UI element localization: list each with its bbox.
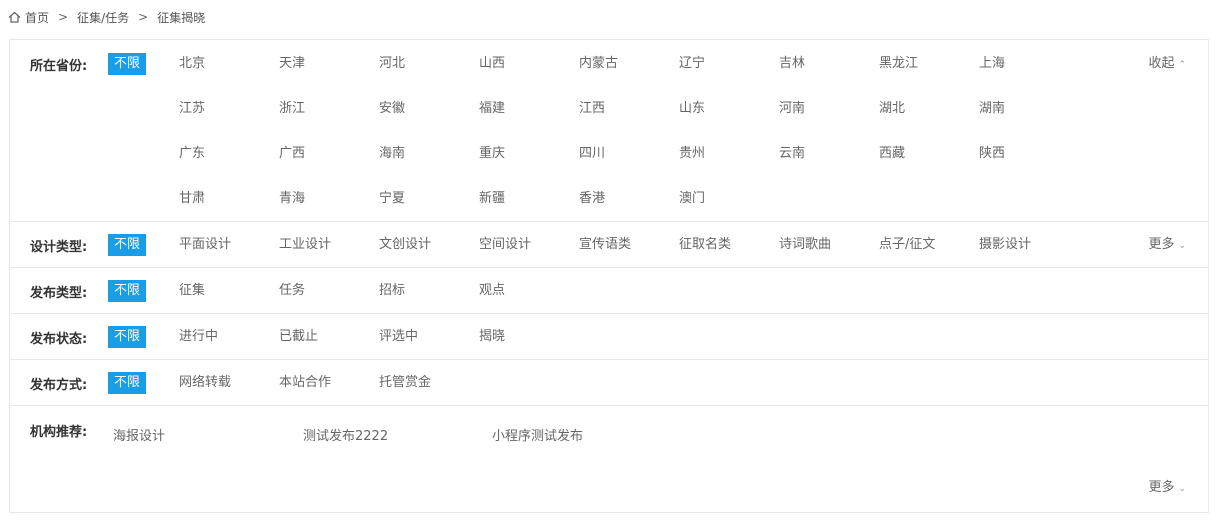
filter-province-option[interactable]: 山西 [479, 55, 505, 73]
filter-province-option[interactable]: 山东 [679, 100, 705, 118]
filter-design-type-all-tag[interactable]: 不限 [108, 234, 146, 256]
design-type-more-label: 更多 [1148, 237, 1175, 252]
filter-label-publish-type: 发布类型: [30, 286, 88, 301]
filter-publish-status-all-tag[interactable]: 不限 [108, 326, 146, 348]
filter-province-option[interactable]: 北京 [179, 55, 205, 73]
org-option[interactable]: 小程序测试发布 [492, 428, 583, 446]
filter-row-publish-status: 发布状态: 不限 进行中 已截止 评选中 揭晓 [10, 314, 1208, 360]
filter-design-type-option[interactable]: 摄影设计 [979, 236, 1031, 254]
filter-province-option[interactable]: 江西 [579, 100, 605, 118]
filter-province-option[interactable]: 宁夏 [379, 190, 405, 208]
breadcrumb-level2-link[interactable]: 征集/任务 [77, 9, 129, 26]
chevron-down-icon: ⌄ [1178, 484, 1186, 494]
filter-province-option[interactable]: 上海 [979, 55, 1005, 73]
filter-province-option[interactable]: 澳门 [679, 190, 705, 208]
filter-design-type-option[interactable]: 征取名类 [679, 236, 731, 254]
org-more-toggle[interactable]: 更多 ⌄ [1148, 479, 1186, 498]
filter-publish-type-all-tag[interactable]: 不限 [108, 280, 146, 302]
filter-label-publish-status: 发布状态: [30, 332, 88, 347]
chevron-down-icon: ⌄ [1178, 241, 1186, 251]
filter-publish-status-option[interactable]: 进行中 [179, 328, 218, 346]
filter-panel: 所在省份: 不限 北京 天津 河北 山西 内蒙古 辽宁 吉林 黑龙江 上海 江苏… [9, 39, 1209, 513]
filter-province-all-tag[interactable]: 不限 [108, 53, 146, 75]
filter-publish-type-option[interactable]: 观点 [479, 282, 505, 300]
filter-province-option[interactable]: 福建 [479, 100, 505, 118]
filter-publish-type-option[interactable]: 任务 [279, 282, 305, 300]
filter-row-publish-method: 发布方式: 不限 网络转载 本站合作 托管赏金 [10, 360, 1208, 406]
filter-province-option[interactable]: 天津 [279, 55, 305, 73]
home-icon [8, 11, 21, 23]
org-more-label: 更多 [1148, 480, 1175, 495]
filter-label-org: 机构推荐: [30, 425, 88, 440]
filter-province-option[interactable]: 广西 [279, 145, 305, 163]
filter-province-option[interactable]: 内蒙古 [579, 55, 618, 73]
filter-publish-method-option[interactable]: 本站合作 [279, 374, 331, 392]
filter-province-option[interactable]: 浙江 [279, 100, 305, 118]
filter-province-option[interactable]: 黑龙江 [879, 55, 918, 73]
filter-province-option[interactable]: 安徽 [379, 100, 405, 118]
filter-design-type-option[interactable]: 空间设计 [479, 236, 531, 254]
filter-province-option[interactable]: 西藏 [879, 145, 905, 163]
filter-design-type-option[interactable]: 工业设计 [279, 236, 331, 254]
filter-province-option[interactable]: 吉林 [779, 55, 805, 73]
filter-row-design-type: 设计类型: 不限 平面设计 工业设计 文创设计 空间设计 宣传语类 征取名类 诗… [10, 222, 1208, 268]
breadcrumb-separator: > [138, 10, 149, 24]
filter-province-option[interactable]: 广东 [179, 145, 205, 163]
design-type-more-toggle[interactable]: 更多 ⌄ [1148, 236, 1186, 255]
filter-province-option[interactable]: 辽宁 [679, 55, 705, 73]
filter-province-option[interactable]: 云南 [779, 145, 805, 163]
filter-design-type-option[interactable]: 文创设计 [379, 236, 431, 254]
breadcrumb: 首页 > 征集/任务 > 征集揭晓 [8, 8, 205, 26]
filter-label-design-type: 设计类型: [30, 240, 88, 255]
filter-province-option[interactable]: 四川 [579, 145, 605, 163]
filter-province-option[interactable]: 新疆 [479, 190, 505, 208]
filter-design-type-option[interactable]: 诗词歌曲 [779, 236, 831, 254]
filter-design-type-option[interactable]: 平面设计 [179, 236, 231, 254]
filter-province-option[interactable]: 江苏 [179, 100, 205, 118]
filter-row-org: 机构推荐: 海报设计 测试发布2222 小程序测试发布 更多 ⌄ [10, 406, 1208, 512]
filter-province-option[interactable]: 河北 [379, 55, 405, 73]
filter-design-type-option[interactable]: 宣传语类 [579, 236, 631, 254]
filter-province-option[interactable]: 甘肃 [179, 190, 205, 208]
filter-province-option[interactable]: 香港 [579, 190, 605, 208]
filter-province-option[interactable]: 河南 [779, 100, 805, 118]
province-collapse-label: 收起 [1148, 56, 1175, 71]
breadcrumb-separator: > [58, 10, 69, 24]
filter-publish-status-option[interactable]: 已截止 [279, 328, 318, 346]
filter-province-option[interactable]: 海南 [379, 145, 405, 163]
filter-publish-status-option[interactable]: 揭晓 [479, 328, 505, 346]
filter-publish-status-option[interactable]: 评选中 [379, 328, 418, 346]
filter-province-option[interactable]: 青海 [279, 190, 305, 208]
org-option[interactable]: 海报设计 [113, 428, 165, 446]
breadcrumb-current: 征集揭晓 [157, 10, 206, 25]
breadcrumb-home-link[interactable]: 首页 [25, 9, 49, 26]
org-option[interactable]: 测试发布2222 [303, 428, 388, 446]
filter-label-publish-method: 发布方式: [30, 378, 88, 393]
filter-province-option[interactable]: 贵州 [679, 145, 705, 163]
filter-publish-type-option[interactable]: 招标 [379, 282, 405, 300]
filter-label-province: 所在省份: [30, 59, 88, 74]
filter-province-option[interactable]: 湖南 [979, 100, 1005, 118]
chevron-up-icon: ⌃ [1178, 60, 1186, 70]
filter-publish-method-option[interactable]: 托管赏金 [379, 374, 431, 392]
filter-publish-method-option[interactable]: 网络转载 [179, 374, 231, 392]
filter-row-publish-type: 发布类型: 不限 征集 任务 招标 观点 [10, 268, 1208, 314]
filter-province-option[interactable]: 重庆 [479, 145, 505, 163]
filter-province-option[interactable]: 湖北 [879, 100, 905, 118]
filter-publish-method-all-tag[interactable]: 不限 [108, 372, 146, 394]
province-collapse-toggle[interactable]: 收起 ⌃ [1148, 55, 1186, 74]
filter-design-type-option[interactable]: 点子/征文 [879, 236, 935, 254]
filter-province-option[interactable]: 陕西 [979, 145, 1005, 163]
filter-row-province: 所在省份: 不限 北京 天津 河北 山西 内蒙古 辽宁 吉林 黑龙江 上海 江苏… [10, 40, 1208, 222]
filter-publish-type-option[interactable]: 征集 [179, 282, 205, 300]
